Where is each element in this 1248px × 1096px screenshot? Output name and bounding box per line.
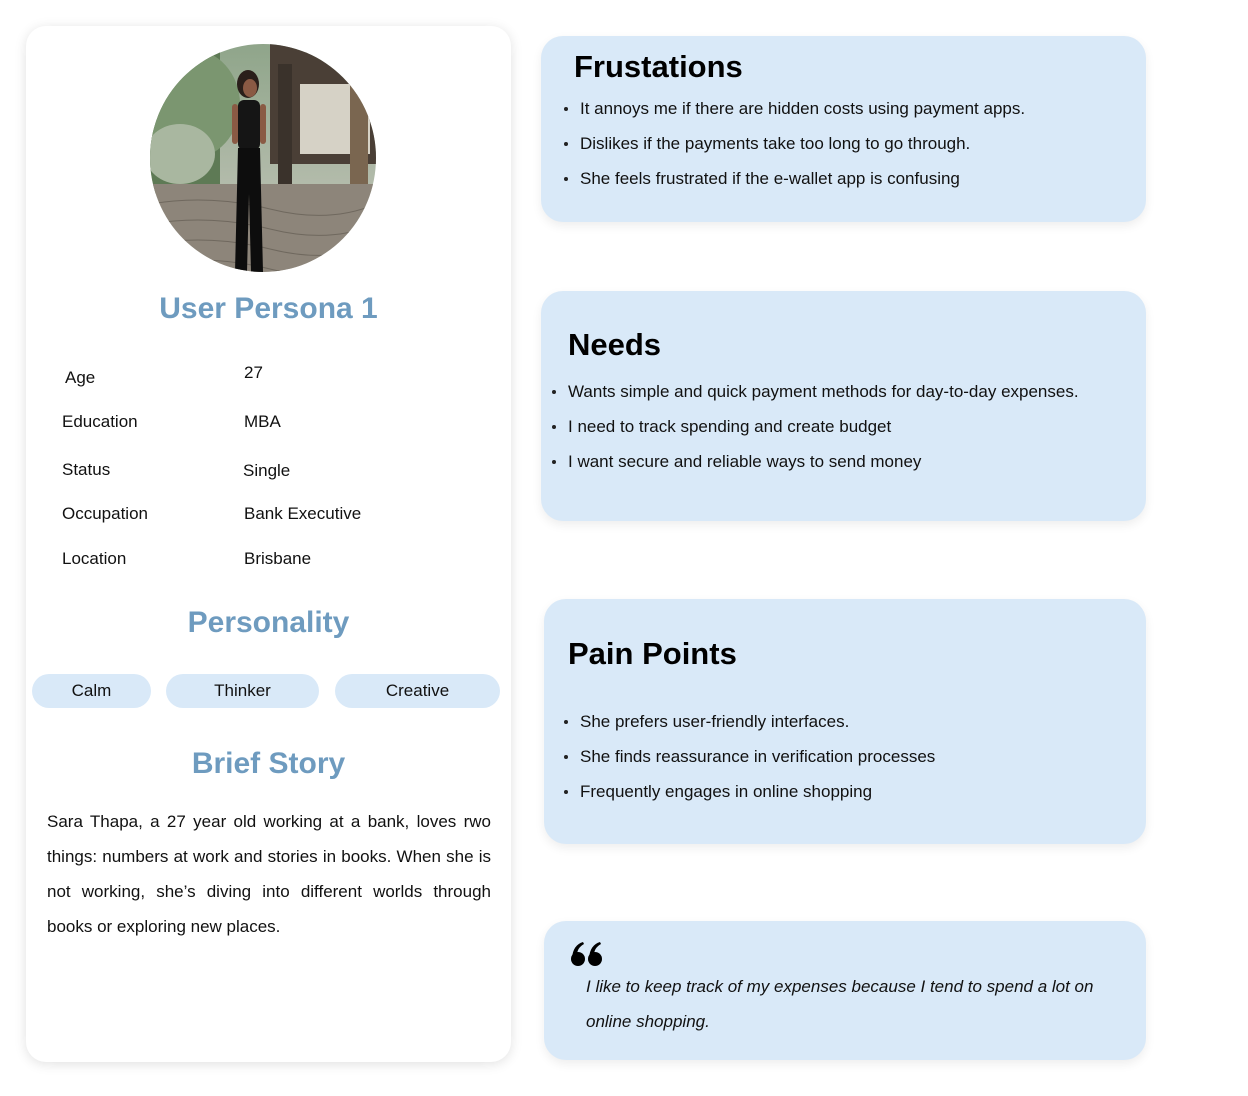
personality-tag: Creative bbox=[335, 674, 500, 708]
frustrations-title: Frustations bbox=[574, 49, 743, 84]
pain-points-list: She prefers user-friendly interfaces. Sh… bbox=[564, 704, 935, 809]
avatar bbox=[150, 44, 376, 272]
needs-title: Needs bbox=[568, 327, 662, 362]
detail-value-location: Brisbane bbox=[244, 549, 312, 568]
personality-tag: Thinker bbox=[166, 674, 319, 708]
pain-points-title: Pain Points bbox=[568, 636, 737, 671]
detail-label-location: Location bbox=[62, 549, 127, 568]
brief-story-text: Sara Thapa, a 27 year old working at a b… bbox=[47, 812, 491, 936]
detail-value-occupation: Bank Executive bbox=[244, 504, 362, 523]
quote-card: I like to keep track of my expenses beca… bbox=[544, 921, 1146, 1060]
list-item: Dislikes if the payments take too long t… bbox=[564, 126, 1025, 161]
detail-label-occupation: Occupation bbox=[62, 504, 148, 523]
list-item: Wants simple and quick payment methods f… bbox=[552, 374, 1079, 409]
brief-story-heading: Brief Story bbox=[191, 747, 346, 780]
persona-card: User Persona 1 Age 27 Education MBA Stat… bbox=[26, 26, 511, 1062]
frustrations-card: Frustations It annoys me if there are hi… bbox=[541, 36, 1146, 222]
woman-photo-icon bbox=[150, 44, 376, 272]
quote-text: I like to keep track of my expenses beca… bbox=[586, 977, 1094, 1031]
needs-card: Needs Wants simple and quick payment met… bbox=[541, 291, 1146, 521]
detail-label-education: Education bbox=[62, 412, 138, 431]
list-item: I need to track spending and create budg… bbox=[552, 409, 1079, 444]
list-item: I want secure and reliable ways to send … bbox=[552, 444, 1079, 479]
needs-list: Wants simple and quick payment methods f… bbox=[552, 374, 1079, 479]
personality-tag: Calm bbox=[32, 674, 151, 708]
list-item: She finds reassurance in verification pr… bbox=[564, 739, 935, 774]
detail-label-age: Age bbox=[65, 368, 96, 387]
frustrations-list: It annoys me if there are hidden costs u… bbox=[564, 91, 1025, 196]
list-item: It annoys me if there are hidden costs u… bbox=[564, 91, 1025, 126]
detail-label-status: Status bbox=[62, 460, 111, 479]
detail-value-status: Single bbox=[243, 461, 291, 480]
detail-value-age: 27 bbox=[244, 363, 263, 382]
list-item: Frequently engages in online shopping bbox=[564, 774, 935, 809]
detail-value-education: MBA bbox=[244, 412, 281, 431]
list-item: She prefers user-friendly interfaces. bbox=[564, 704, 935, 739]
persona-title: User Persona 1 bbox=[159, 292, 378, 325]
list-item: She feels frustrated if the e-wallet app… bbox=[564, 161, 1025, 196]
quote-mark-icon bbox=[570, 941, 604, 972]
pain-points-card: Pain Points She prefers user-friendly in… bbox=[544, 599, 1146, 844]
personality-heading: Personality bbox=[187, 606, 350, 639]
